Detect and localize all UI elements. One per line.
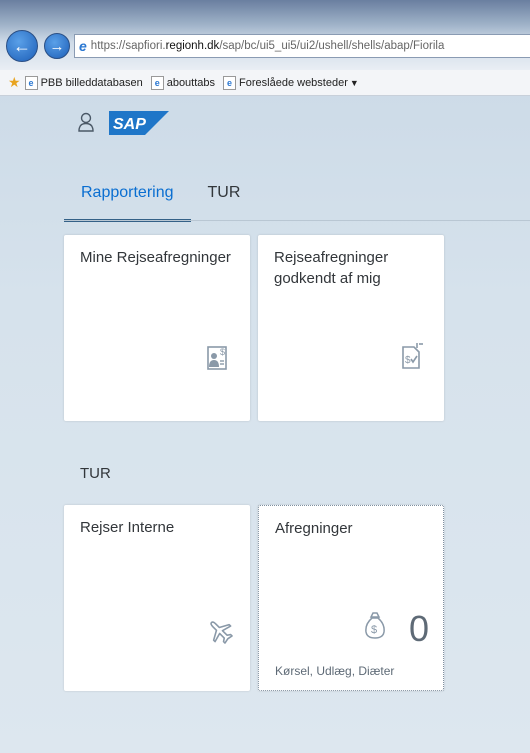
tile-footer: Kørsel, Udlæg, Diæter bbox=[275, 664, 395, 678]
svg-text:$: $ bbox=[405, 355, 411, 366]
airplane-icon bbox=[210, 621, 233, 644]
group-title: TUR bbox=[80, 465, 111, 482]
favorite-label: abouttabs bbox=[166, 76, 216, 89]
tile-title: Rejseafregninger godkendt af mig bbox=[274, 249, 389, 287]
favorite-item[interactable]: e abouttabs bbox=[150, 75, 216, 90]
approved-expense-icon: $ bbox=[402, 343, 423, 369]
tab-tur[interactable]: TUR bbox=[191, 182, 258, 222]
tile-rejseafregninger-godkendt[interactable]: Rejseafregninger godkendt af mig $ bbox=[258, 235, 444, 421]
url-domain: regionh.dk bbox=[165, 40, 220, 52]
back-button[interactable]: ← bbox=[6, 30, 38, 62]
arrow-right-icon: → bbox=[49, 37, 65, 55]
url-path: /sap/bc/ui5_ui5/ui2/ushell/shells/abap/F… bbox=[219, 40, 445, 52]
employee-expense-icon: $ bbox=[207, 346, 227, 370]
svg-text:$: $ bbox=[371, 624, 377, 636]
ie-page-icon: e bbox=[24, 75, 38, 90]
svg-text:$: $ bbox=[220, 347, 225, 357]
user-icon[interactable] bbox=[78, 112, 94, 132]
ie-page-icon: e bbox=[150, 75, 164, 90]
tile-afregninger[interactable]: Afregninger $ 0 Kørsel, Udlæg, Diæter bbox=[258, 505, 444, 691]
arrow-left-icon: ← bbox=[13, 35, 31, 56]
sap-logo-text: SAP bbox=[113, 116, 146, 133]
tile-rejser-interne[interactable]: Rejser Interne bbox=[64, 505, 250, 691]
favorite-item[interactable]: e PBB billeddatabasen bbox=[24, 75, 143, 90]
ie-icon: e bbox=[79, 38, 87, 54]
sap-logo: SAP bbox=[109, 111, 169, 135]
address-bar[interactable]: e https://sapfiori. regionh.dk/sap/bc/ui5… bbox=[74, 34, 530, 58]
favorite-label: Foreslåede websteder bbox=[239, 76, 348, 89]
tile-title: Afregninger bbox=[275, 520, 353, 537]
chevron-down-icon: ▼ bbox=[349, 77, 359, 88]
tab-bar: Rapportering TUR bbox=[64, 182, 257, 222]
tile-title: Mine Rejseafregninger bbox=[80, 249, 231, 266]
favorite-item[interactable]: e Foreslåede websteder ▼ bbox=[223, 75, 359, 90]
favorites-star-icon[interactable]: ★ bbox=[8, 74, 21, 91]
url-prefix: https://sapfiori. bbox=[90, 40, 166, 52]
favorite-label: PBB billeddatabasen bbox=[40, 76, 143, 89]
tab-divider bbox=[64, 220, 530, 221]
tile-mine-rejseafregninger[interactable]: Mine Rejseafregninger $ bbox=[64, 235, 250, 421]
kpi-value: 0 bbox=[408, 608, 429, 649]
tile-title: Rejser Interne bbox=[80, 519, 175, 536]
forward-button[interactable]: → bbox=[44, 33, 70, 59]
money-bag-icon: $ bbox=[365, 612, 385, 639]
tab-rapportering[interactable]: Rapportering bbox=[64, 182, 191, 222]
ie-page-icon: e bbox=[223, 75, 237, 90]
favorites-bar: ★ e PBB billeddatabasen e abouttabs e Fo… bbox=[0, 70, 530, 96]
